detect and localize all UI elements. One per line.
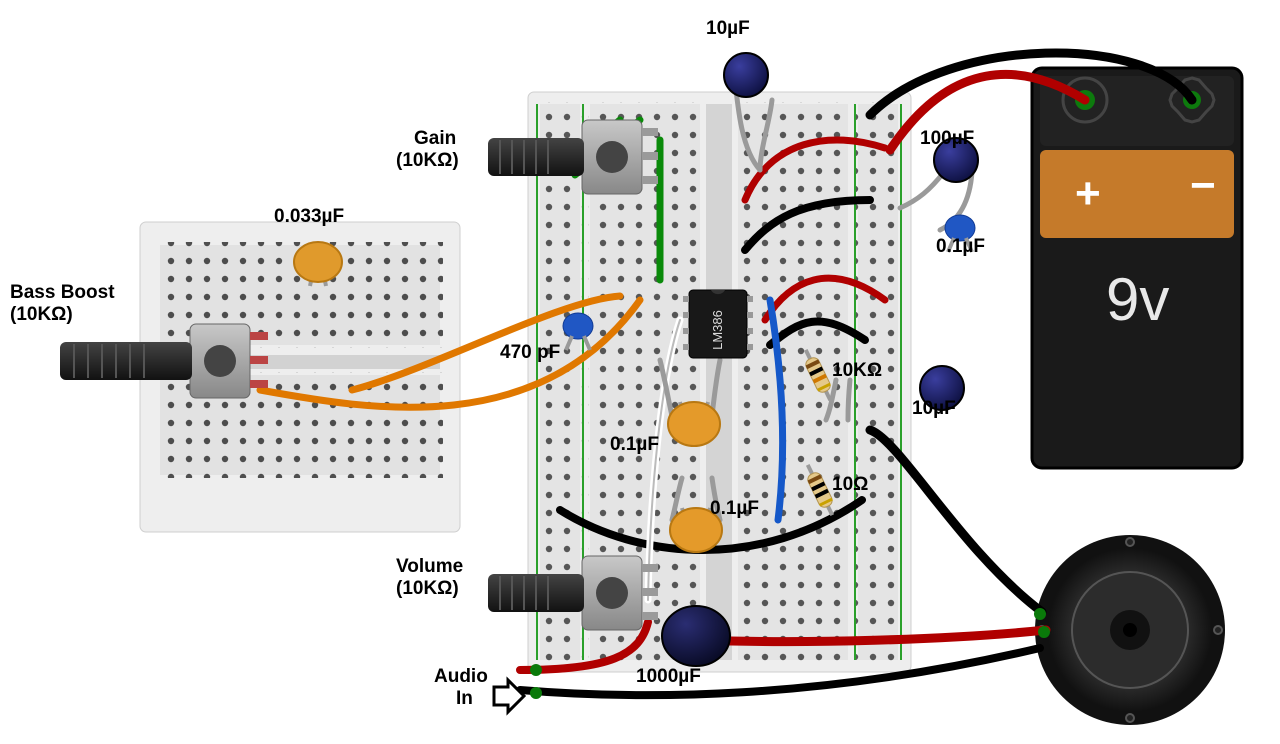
svg-text:LM386: LM386 bbox=[710, 310, 725, 350]
circuit-diagram: + − 9v bbox=[0, 0, 1280, 744]
label-cap-10uf-b: 10µF bbox=[912, 398, 956, 420]
label-cap-100uf: 100µF bbox=[920, 128, 974, 150]
label-gain-1: Gain bbox=[414, 128, 456, 150]
battery-plus: + bbox=[1075, 169, 1101, 218]
label-cap-470pf: 470 pF bbox=[500, 342, 560, 364]
label-cap-0.1uf-a: 0.1µF bbox=[936, 236, 985, 258]
cap-0.1uf-mid bbox=[668, 402, 720, 446]
label-bass-1: Bass Boost bbox=[10, 282, 115, 304]
ic-lm386: LM386 bbox=[683, 290, 753, 358]
label-cap-10uf-top: 10µF bbox=[706, 18, 750, 40]
label-gain-2: (10KΩ) bbox=[396, 150, 459, 172]
label-audio-1: Audio bbox=[434, 666, 488, 688]
battery-minus: − bbox=[1190, 161, 1216, 210]
label-res-10: 10Ω bbox=[832, 474, 868, 496]
label-audio-2: In bbox=[456, 688, 473, 710]
speaker bbox=[1035, 535, 1225, 725]
label-vol-2: (10KΩ) bbox=[396, 578, 459, 600]
battery-9v: + − 9v bbox=[1032, 68, 1242, 468]
label-res-10k: 10KΩ bbox=[832, 360, 882, 382]
label-cap-0.1uf-c: 0.1µF bbox=[710, 498, 759, 520]
label-bass-2: (10KΩ) bbox=[10, 304, 73, 326]
label-vol-1: Volume bbox=[396, 556, 463, 578]
label-cap-0.033uf: 0.033µF bbox=[274, 206, 344, 228]
battery-voltage: 9v bbox=[1106, 266, 1169, 333]
cap-1000uf bbox=[662, 606, 730, 666]
cap-10uf-top bbox=[724, 53, 768, 97]
audio-in-arrow-icon bbox=[494, 680, 524, 712]
label-cap-0.1uf-b: 0.1µF bbox=[610, 434, 659, 456]
label-cap-1000uf: 1000µF bbox=[636, 666, 701, 688]
